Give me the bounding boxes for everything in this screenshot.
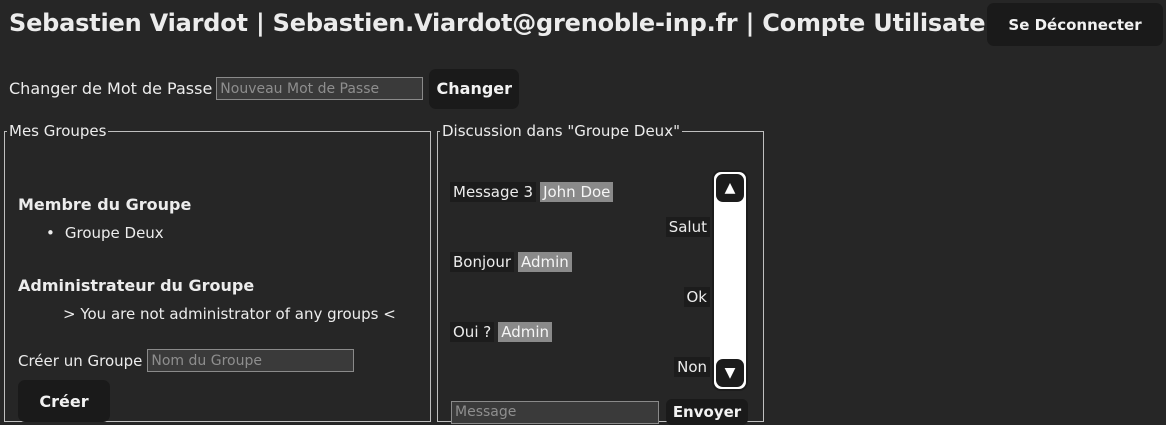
create-group-row: Créer un Groupe xyxy=(18,349,355,372)
member-group-item[interactable]: Groupe Deux xyxy=(46,224,164,242)
send-message-row: Envoyer xyxy=(451,399,748,425)
member-section-title: Membre du Groupe xyxy=(18,195,192,214)
send-button[interactable]: Envoyer xyxy=(666,399,748,425)
change-password-row: Changer de Mot de Passe Changer xyxy=(9,68,520,109)
discussion-panel: Discussion dans "Groupe Deux" Message 3 … xyxy=(437,122,764,425)
message-author: Admin xyxy=(518,252,572,272)
message-author: John Doe xyxy=(540,182,614,202)
scroll-up-icon[interactable]: ▲ xyxy=(716,174,744,202)
no-admin-groups-text: > You are not administrator of any group… xyxy=(63,305,396,323)
discussion-legend: Discussion dans "Groupe Deux" xyxy=(442,122,680,140)
change-password-button[interactable]: Changer xyxy=(429,68,520,109)
message-text: Bonjour xyxy=(450,252,514,272)
message-item: Oui ? Admin xyxy=(450,322,553,342)
reply-message: Salut xyxy=(665,217,710,237)
reply-message: Non xyxy=(674,357,710,377)
change-password-label: Changer de Mot de Passe xyxy=(9,79,213,98)
message-scrollbar[interactable]: ▲ ▼ xyxy=(712,170,748,391)
scroll-down-icon[interactable]: ▼ xyxy=(716,359,744,387)
page-title: Sebastien Viardot | Sebastien.Viardot@gr… xyxy=(9,9,1014,37)
new-password-input[interactable] xyxy=(216,77,424,100)
create-group-button[interactable]: Créer xyxy=(18,380,110,422)
message-item: Message 3 John Doe xyxy=(450,182,614,202)
reply-message: Ok xyxy=(683,287,710,307)
message-author: Admin xyxy=(498,322,553,342)
create-group-label: Créer un Groupe xyxy=(18,351,143,370)
message-text: Message 3 xyxy=(450,182,537,202)
admin-section-title: Administrateur du Groupe xyxy=(18,276,255,295)
my-groups-panel: Mes Groupes Membre du Groupe Groupe Deux… xyxy=(4,122,431,422)
message-text: Oui ? xyxy=(450,322,495,342)
my-groups-legend: Mes Groupes xyxy=(9,122,107,140)
message-input[interactable] xyxy=(451,400,659,424)
group-name-input[interactable] xyxy=(147,349,355,372)
message-item: Bonjour Admin xyxy=(450,252,572,272)
message-list[interactable]: Message 3 John Doe Salut Bonjour Admin O… xyxy=(450,170,710,390)
logout-button[interactable]: Se Déconnecter xyxy=(987,3,1163,46)
